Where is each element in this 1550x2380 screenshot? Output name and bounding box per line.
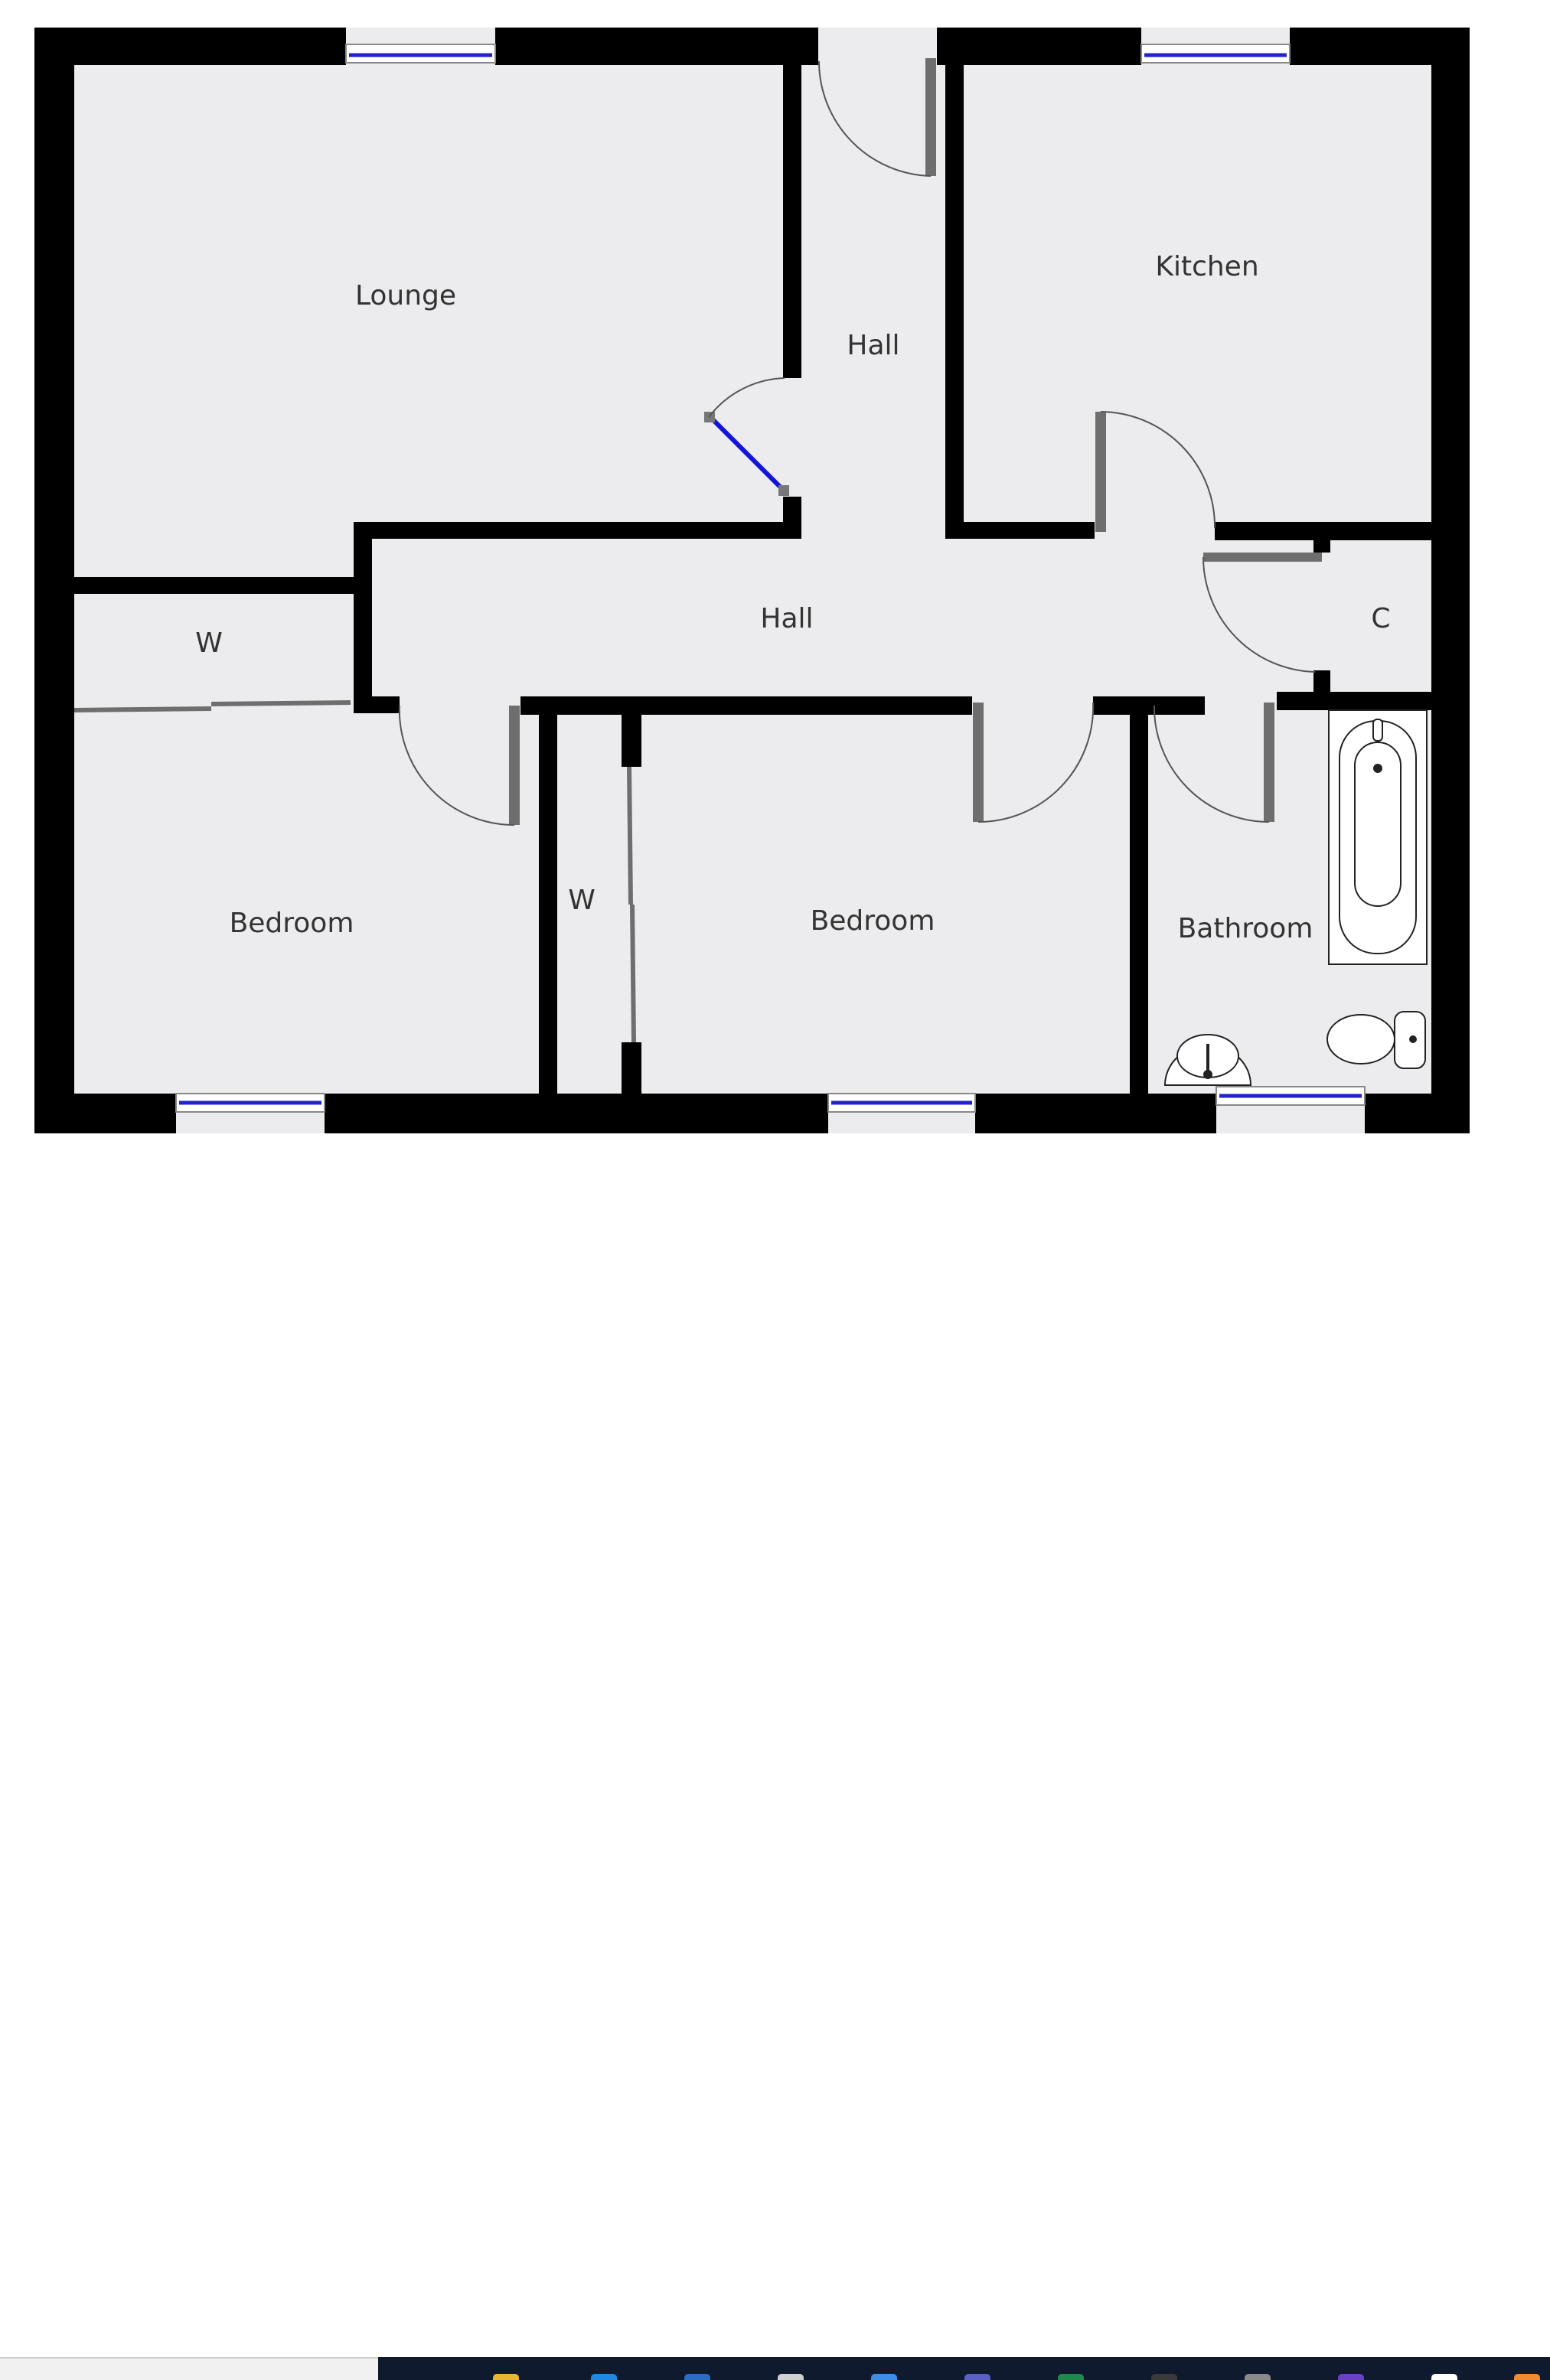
visual-studio-icon[interactable]	[1338, 2374, 1364, 2380]
room-label-bedroom-middle: Bedroom	[811, 905, 935, 937]
pen-icon[interactable]	[1245, 2374, 1271, 2380]
window-frame-strip	[0, 2357, 378, 2380]
room-label-cupboard: C	[1371, 603, 1390, 634]
settings-icon[interactable]	[778, 2374, 804, 2380]
room-label-bathroom: Bathroom	[1178, 913, 1313, 944]
room-label-bedroom-left: Bedroom	[230, 908, 354, 939]
floor-plan: Lounge Hall Kitchen Hall W C Bedroom W B…	[34, 28, 1470, 1133]
room-label-hall-main: Hall	[760, 603, 813, 634]
app-icon[interactable]	[1514, 2374, 1540, 2380]
window-bedroom-left	[175, 1093, 325, 1113]
store-icon[interactable]	[684, 2374, 710, 2380]
room-label-wardrobe-left: W	[195, 628, 223, 659]
excel-icon[interactable]	[1058, 2374, 1084, 2380]
window-bathroom	[1216, 1086, 1366, 1106]
bathtub-icon	[1328, 709, 1428, 965]
toilet-icon	[1326, 1011, 1426, 1069]
room-label-hall-upper: Hall	[847, 330, 899, 361]
taskbar	[378, 2357, 1550, 2380]
mail-icon[interactable]	[871, 2374, 897, 2380]
browser-icon[interactable]	[591, 2374, 617, 2380]
folder-icon[interactable]	[493, 2374, 519, 2380]
room-label-wardrobe-middle: W	[568, 885, 596, 916]
bottom-strip	[0, 1179, 1550, 2380]
room-label-kitchen: Kitchen	[1155, 251, 1258, 282]
room-label-lounge: Lounge	[355, 280, 456, 311]
teams-icon[interactable]	[964, 2374, 990, 2380]
window-bedroom-middle	[827, 1093, 976, 1113]
terminal-icon[interactable]	[1151, 2374, 1177, 2380]
window-lounge	[345, 44, 496, 64]
document-icon[interactable]	[1431, 2374, 1457, 2380]
window-kitchen	[1140, 44, 1291, 64]
